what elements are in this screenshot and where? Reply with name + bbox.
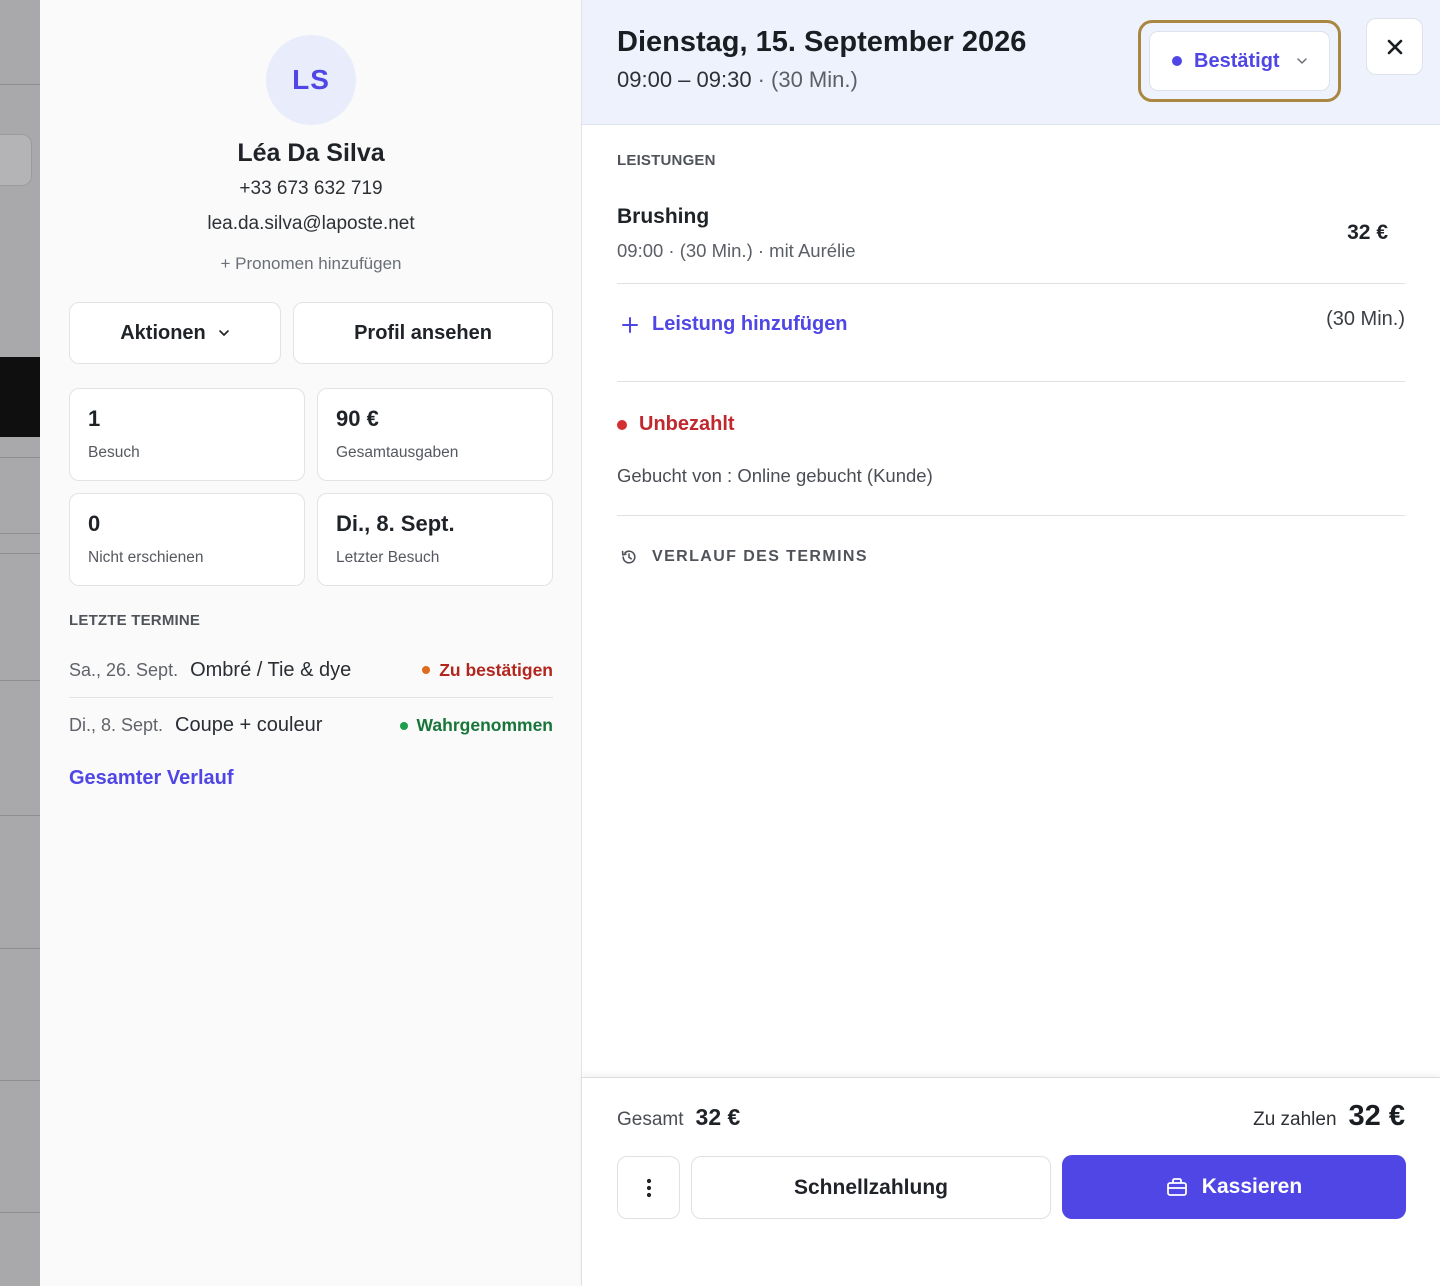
client-email[interactable]: lea.da.silva@laposte.net xyxy=(40,213,582,235)
booked-by-text: Gebucht von : Online gebucht (Kunde) xyxy=(617,465,933,486)
status-dot-icon xyxy=(422,666,431,674)
actions-button[interactable]: Aktionen xyxy=(69,302,281,364)
add-service-label: Leistung hinzufügen xyxy=(652,313,848,335)
divider xyxy=(617,283,1405,284)
service-meta: 09:00 · (30 Min.) · mit Aurélie xyxy=(617,240,856,261)
checkout-button[interactable]: Kassieren xyxy=(1062,1155,1406,1219)
register-icon xyxy=(1166,1178,1187,1196)
stat-card-last-visit: Di., 8. Sept. Letzter Besuch xyxy=(317,493,553,586)
divider xyxy=(617,381,1405,382)
background-button xyxy=(0,134,32,186)
status-badge: Wahrgenommen xyxy=(399,715,553,736)
actions-label: Aktionen xyxy=(120,321,206,344)
recent-appointment-service: Ombré / Tie & dye xyxy=(190,658,352,681)
appointment-history-toggle[interactable]: VERLAUF DES TERMINS xyxy=(620,548,868,566)
recent-appointments-heading: LETZTE TERMINE xyxy=(69,612,201,629)
service-name[interactable]: Brushing xyxy=(617,205,709,229)
stat-value: 0 xyxy=(88,511,101,536)
status-dropdown[interactable]: Bestätigt xyxy=(1149,31,1330,91)
recent-appointment-date: Di., 8. Sept. xyxy=(69,715,164,735)
appointment-panel: Dienstag, 15. September 2026 09:00 – 09:… xyxy=(582,0,1440,1286)
status-dot-icon xyxy=(399,721,408,730)
status-badge-label: Zu bestätigen xyxy=(439,659,553,680)
appointment-time-range: 09:00 – 09:30 xyxy=(617,67,752,92)
payment-status-label: Unbezahlt xyxy=(639,413,735,435)
appointment-date-title: Dienstag, 15. September 2026 xyxy=(617,26,1027,58)
services-heading: LEISTUNGEN xyxy=(617,152,716,169)
view-profile-label: Profil ansehen xyxy=(354,321,492,344)
quick-pay-label: Schnellzahlung xyxy=(793,1175,948,1199)
recent-appointment-row[interactable]: Sa., 26. Sept. Ombré / Tie & dye Zu best… xyxy=(69,643,553,698)
stat-label: Letzter Besuch xyxy=(336,549,440,566)
stat-label: Besuch xyxy=(88,444,140,461)
full-history-link[interactable]: Gesamter Verlauf xyxy=(69,767,234,790)
recent-appointment-service: Coupe + couleur xyxy=(175,714,323,736)
avatar: LS xyxy=(266,35,356,125)
recent-appointment-row[interactable]: Di., 8. Sept. Coupe + couleur Wahrgenomm… xyxy=(69,698,553,753)
service-price: 32 € xyxy=(1347,221,1388,244)
status-highlight: Bestätigt xyxy=(1138,20,1341,102)
total-value: 32 € xyxy=(695,1104,741,1130)
chevron-down-icon xyxy=(218,330,229,336)
background-event-block xyxy=(0,357,40,437)
added-duration: (30 Min.) xyxy=(1326,308,1405,330)
chevron-down-icon xyxy=(1296,58,1307,64)
status-badge-label: Wahrgenommen xyxy=(416,715,553,735)
checkout-label: Kassieren xyxy=(1201,1175,1303,1198)
stat-value: 90 € xyxy=(336,406,379,431)
total-summary: Gesamt 32 € xyxy=(617,1104,740,1131)
stat-card-no-shows: 0 Nicht erschienen xyxy=(69,493,305,586)
client-phone[interactable]: +33 673 632 719 xyxy=(40,178,582,200)
appointment-header: Dienstag, 15. September 2026 09:00 – 09:… xyxy=(582,0,1440,125)
quick-pay-button[interactable]: Schnellzahlung xyxy=(691,1156,1051,1219)
appointment-time: 09:00 – 09:30 · (30 Min.) xyxy=(617,67,858,93)
more-vertical-icon xyxy=(646,1178,651,1197)
background-app xyxy=(0,0,40,1286)
checkout-footer: Gesamt 32 € Zu zahlen 32 € Schnellzahlun… xyxy=(582,1077,1440,1286)
unpaid-dot-icon xyxy=(617,419,627,430)
recent-appointment-date: Sa., 26. Sept. xyxy=(69,659,179,680)
close-icon xyxy=(1387,39,1402,54)
status-dot-icon xyxy=(1172,56,1182,66)
appointment-duration: · (30 Min.) xyxy=(757,67,858,92)
stat-value: 1 xyxy=(88,406,101,431)
stat-card-total-spent: 90 € Gesamtausgaben xyxy=(317,388,553,481)
add-service-button[interactable]: Leistung hinzufügen xyxy=(622,313,848,336)
total-label: Gesamt xyxy=(617,1109,684,1130)
view-profile-button[interactable]: Profil ansehen xyxy=(293,302,553,364)
stat-card-visits: 1 Besuch xyxy=(69,388,305,481)
stat-label: Gesamtausgaben xyxy=(336,444,459,461)
appointment-history-label: VERLAUF DES TERMINS xyxy=(652,548,868,565)
divider xyxy=(617,515,1405,516)
client-name: Léa Da Silva xyxy=(237,139,385,167)
plus-icon xyxy=(622,316,638,333)
add-pronoun-link[interactable]: + Pronomen hinzufügen xyxy=(40,254,582,274)
close-button[interactable] xyxy=(1366,18,1423,75)
status-dropdown-label: Bestätigt xyxy=(1194,49,1280,72)
status-badge: Zu bestätigen xyxy=(422,660,553,681)
history-icon xyxy=(621,550,636,564)
amount-due-value: 32 € xyxy=(1348,1100,1405,1132)
more-options-button[interactable] xyxy=(617,1156,680,1219)
amount-due-summary: Zu zahlen 32 € xyxy=(1253,1100,1405,1133)
stat-label: Nicht erschienen xyxy=(88,549,204,566)
amount-due-label: Zu zahlen xyxy=(1253,1109,1337,1130)
payment-status: Unbezahlt xyxy=(617,413,735,436)
stat-value: Di., 8. Sept. xyxy=(336,511,455,536)
client-panel: LS Léa Da Silva +33 673 632 719 lea.da.s… xyxy=(40,0,582,1286)
